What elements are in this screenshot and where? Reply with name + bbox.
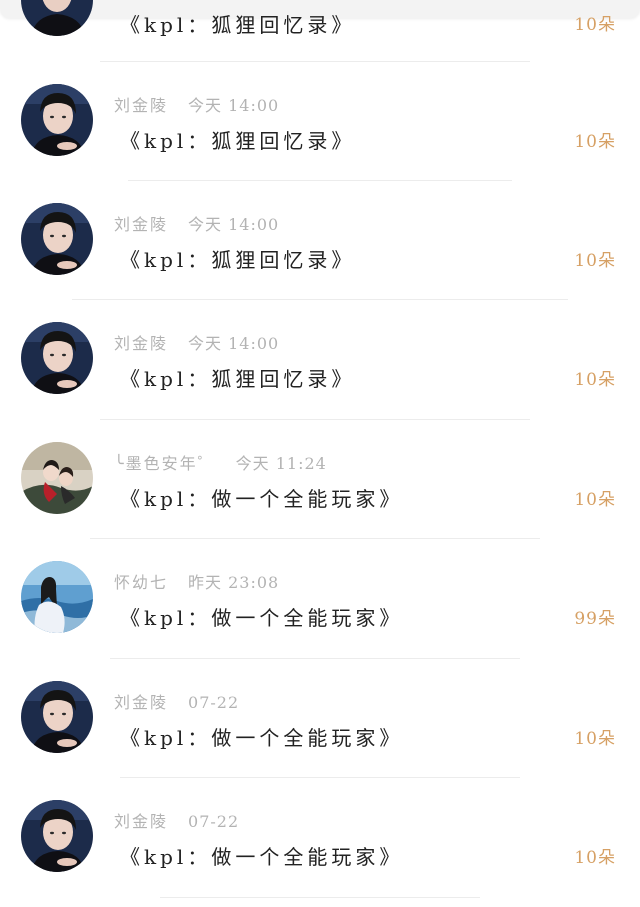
flower-count: 10朵 xyxy=(574,15,616,35)
list-item-partial[interactable]: 《kpl：狐狸回忆录》 10朵 xyxy=(0,0,640,37)
item-meta: 怀幼七 昨天 23:08 xyxy=(114,569,280,592)
avatar[interactable] xyxy=(21,84,93,156)
timestamp: 今天 11:24 xyxy=(235,454,327,473)
item-meta: 刘金陵 07-22 xyxy=(114,689,240,712)
timestamp: 昨天 23:08 xyxy=(188,573,280,592)
work-title[interactable]: 《kpl：做一个全能玩家》 xyxy=(120,722,403,752)
timestamp: 今天 14:00 xyxy=(188,215,280,234)
user-name[interactable]: 刘金陵 xyxy=(114,334,168,353)
item-meta: ╰墨色安年゜ 今天 11:24 xyxy=(114,450,327,473)
avatar[interactable] xyxy=(21,561,93,633)
flower-count: 10朵 xyxy=(574,490,616,510)
work-title[interactable]: 《kpl：狐狸回忆录》 xyxy=(120,125,355,155)
user-name[interactable]: ╰墨色安年゜ xyxy=(114,454,216,473)
avatar[interactable] xyxy=(21,681,93,753)
list-item[interactable]: ╰墨色安年゜ 今天 11:24 《kpl：做一个全能玩家》 10朵 xyxy=(0,420,640,540)
list-item[interactable]: 刘金陵 07-22 《kpl：做一个全能玩家》 10朵 xyxy=(0,778,640,898)
item-meta: 刘金陵 今天 14:00 xyxy=(114,92,280,115)
user-name[interactable]: 怀幼七 xyxy=(114,573,168,592)
work-title: 《kpl：狐狸回忆录》 xyxy=(120,13,356,37)
timestamp: 今天 14:00 xyxy=(188,96,280,115)
avatar[interactable] xyxy=(21,322,93,394)
avatar[interactable] xyxy=(21,800,93,872)
work-title[interactable]: 《kpl：狐狸回忆录》 xyxy=(120,244,355,274)
avatar[interactable] xyxy=(21,442,93,514)
list-item[interactable]: 刘金陵 今天 14:00 《kpl：狐狸回忆录》 10朵 xyxy=(0,181,640,301)
avatar[interactable] xyxy=(21,203,93,275)
flower-count: 99朵 xyxy=(574,609,616,629)
work-title[interactable]: 《kpl：做一个全能玩家》 xyxy=(120,483,403,513)
timestamp: 今天 14:00 xyxy=(188,334,280,353)
item-meta: 刘金陵 今天 14:00 xyxy=(114,330,280,353)
list-item[interactable]: 怀幼七 昨天 23:08 《kpl：做一个全能玩家》 99朵 xyxy=(0,539,640,659)
user-name[interactable]: 刘金陵 xyxy=(114,693,168,712)
work-title[interactable]: 《kpl：狐狸回忆录》 xyxy=(120,363,355,393)
user-name[interactable]: 刘金陵 xyxy=(114,812,168,831)
list-item[interactable]: 刘金陵 今天 14:00 《kpl：狐狸回忆录》 10朵 xyxy=(0,62,640,182)
timestamp: 07-22 xyxy=(188,693,240,712)
list-item[interactable]: 刘金陵 今天 14:00 《kpl：狐狸回忆录》 10朵 xyxy=(0,300,640,420)
user-name[interactable]: 刘金陵 xyxy=(114,96,168,115)
avatar[interactable] xyxy=(21,0,93,36)
flower-count: 10朵 xyxy=(574,848,616,868)
flower-count: 10朵 xyxy=(574,729,616,749)
divider xyxy=(160,897,480,898)
item-meta: 刘金陵 今天 14:00 xyxy=(114,211,280,234)
work-title[interactable]: 《kpl：做一个全能玩家》 xyxy=(120,602,403,632)
timestamp: 07-22 xyxy=(188,812,240,831)
user-name[interactable]: 刘金陵 xyxy=(114,215,168,234)
item-meta: 刘金陵 07-22 xyxy=(114,808,240,831)
work-title[interactable]: 《kpl：做一个全能玩家》 xyxy=(120,841,403,871)
flower-count: 10朵 xyxy=(574,370,616,390)
flower-count: 10朵 xyxy=(574,132,616,152)
list-item[interactable]: 刘金陵 07-22 《kpl：做一个全能玩家》 10朵 xyxy=(0,659,640,779)
gift-record-list: 《kpl：狐狸回忆录》 10朵 刘金陵 今天 14:00 《kpl：狐狸回忆录》 … xyxy=(0,0,640,907)
flower-count: 10朵 xyxy=(574,251,616,271)
